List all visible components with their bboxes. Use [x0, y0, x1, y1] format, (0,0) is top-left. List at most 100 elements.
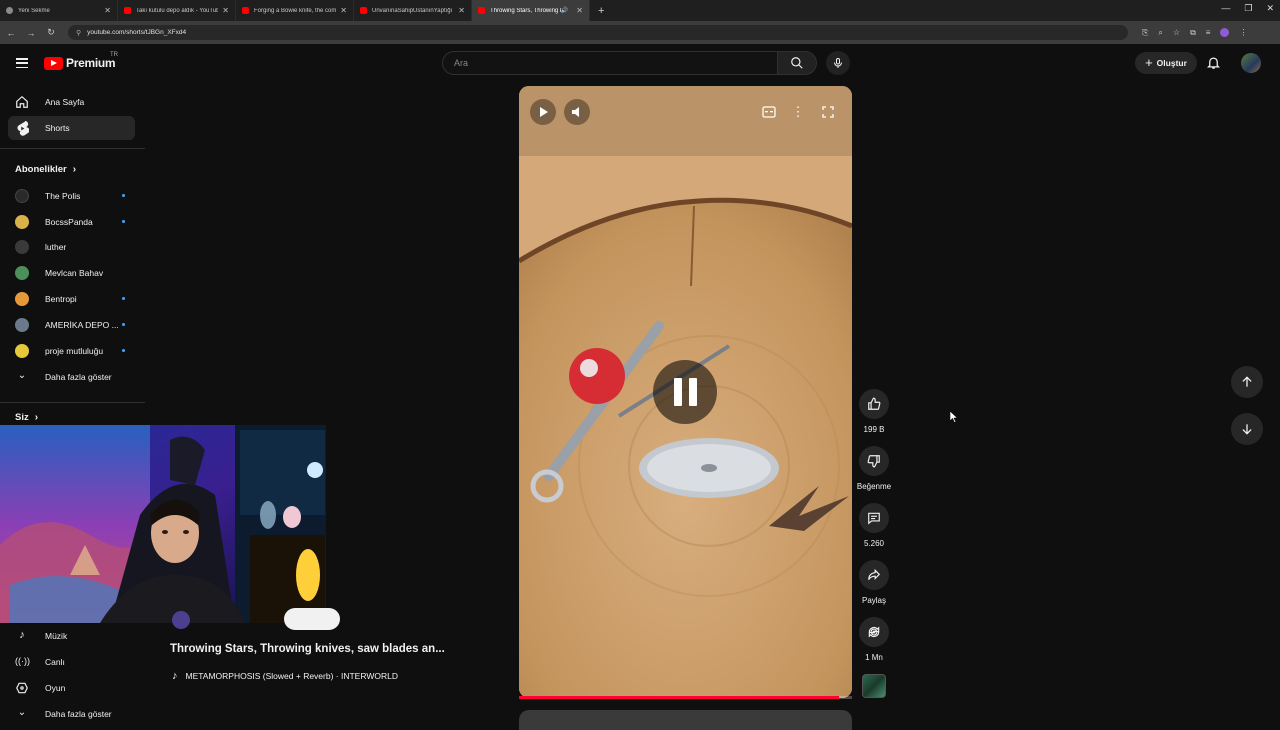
share-action[interactable]: Paylaş — [859, 560, 889, 605]
captions-button[interactable] — [756, 99, 782, 125]
youtube-logo-icon — [44, 56, 63, 70]
bookmark-star-icon[interactable]: ☆ — [1173, 28, 1180, 38]
subscription-item[interactable]: The Polis — [15, 186, 140, 206]
comments-action[interactable]: 5.260 — [859, 503, 889, 548]
close-tab-icon[interactable]: ✕ — [104, 6, 111, 15]
mute-button[interactable] — [564, 99, 590, 125]
comment-icon — [868, 512, 880, 525]
menu-icon[interactable] — [16, 58, 28, 69]
chevron-down-icon: ⌄ — [17, 707, 27, 718]
voice-search-button[interactable] — [826, 51, 850, 75]
show-more-explore[interactable]: ⌄ Daha fazla göster — [15, 704, 140, 724]
browser-tab-strip: Yeni Sekme ✕ Takı kutulu depo aldık - Yo… — [0, 0, 1280, 21]
share-button[interactable] — [859, 560, 889, 590]
browser-profile-avatar[interactable] — [1220, 27, 1230, 37]
more-options-button[interactable]: ⋮ — [785, 99, 811, 125]
short-music[interactable]: ♪ METAMORPHOSIS (Slowed + Reverb) · INTE… — [172, 670, 398, 682]
masthead: Premium TR Ara + Oluştur — [0, 44, 1280, 84]
new-tab-icon[interactable]: + — [598, 5, 604, 17]
new-content-dot — [122, 194, 125, 197]
you-heading[interactable]: Siz › — [15, 412, 38, 423]
new-content-dot — [122, 220, 125, 223]
zoom-icon[interactable]: ⌕ — [1158, 28, 1162, 38]
dislike-button[interactable] — [859, 446, 889, 476]
chevron-down-icon: ⌄ — [17, 370, 27, 381]
comments-button[interactable] — [859, 503, 889, 533]
channel-avatar — [15, 189, 29, 203]
subscription-item[interactable]: Mevlcan Bahav — [15, 263, 140, 283]
reload-icon[interactable]: ↻ — [42, 27, 60, 38]
youtube-icon — [360, 7, 367, 14]
create-button[interactable]: + Oluştur — [1135, 52, 1197, 74]
channel-row[interactable] — [172, 610, 190, 630]
remix-action[interactable]: 1 Mn — [859, 617, 889, 662]
search-input[interactable]: Ara — [442, 51, 778, 75]
address-bar-icons: ⎘ ⌕ ☆ ⧉ ≡ ⋮ — [1142, 27, 1247, 38]
close-tab-icon[interactable]: ✕ — [458, 6, 465, 15]
dislike-action[interactable]: Beğenme — [857, 446, 891, 491]
sidebar-item-gaming[interactable]: Oyun — [15, 678, 140, 698]
next-short-button[interactable] — [1231, 413, 1263, 445]
new-content-dot — [122, 323, 125, 326]
like-action[interactable]: 199 B — [859, 389, 889, 434]
remix-button[interactable] — [859, 617, 889, 647]
previous-short-button[interactable] — [1231, 366, 1263, 398]
fullscreen-button[interactable] — [815, 99, 841, 125]
browser-tab[interactable]: ÜnvanınaSahipUstanınYaptığı ✕ — [354, 0, 472, 21]
browser-menu-icon[interactable]: ⋮ — [1239, 28, 1247, 38]
url-field[interactable]: ⚲ youtube.com/shorts/tJBGn_XFxd4 — [68, 25, 1128, 40]
subscribe-button[interactable] — [284, 608, 340, 630]
sidebar-item-music[interactable]: ♪ Müzik — [15, 626, 140, 646]
next-short-preview[interactable] — [519, 710, 852, 730]
sidebar-item-home[interactable]: Ana Sayfa — [8, 90, 135, 114]
sidebar-divider — [0, 402, 145, 403]
close-window-icon[interactable]: ✕ — [1266, 3, 1274, 14]
minimize-icon[interactable]: — — [1221, 3, 1230, 14]
close-tab-icon[interactable]: ✕ — [576, 6, 583, 15]
subscriptions-heading[interactable]: Abonelikler › — [15, 164, 76, 175]
like-button[interactable] — [859, 389, 889, 419]
pause-button[interactable] — [653, 360, 717, 424]
restore-icon[interactable]: ❐ — [1244, 3, 1252, 14]
dislike-icon — [867, 455, 880, 468]
video-progress-bar[interactable] — [519, 696, 852, 699]
subscription-item[interactable]: Bentropi — [15, 289, 140, 309]
play-icon — [540, 107, 548, 117]
forward-icon[interactable]: → — [22, 28, 40, 38]
close-tab-icon[interactable]: ✕ — [340, 6, 347, 15]
browser-tab[interactable]: Forging a Bowie knife, the com ✕ — [236, 0, 354, 21]
new-content-dot — [122, 297, 125, 300]
new-content-dot — [122, 349, 125, 352]
notifications-bell-icon[interactable] — [1206, 55, 1221, 75]
account-avatar[interactable] — [1241, 53, 1261, 73]
site-info-icon[interactable]: ⚲ — [76, 29, 81, 37]
sidebar-item-shorts[interactable]: Shorts — [8, 116, 135, 140]
browser-tab[interactable]: Takı kutulu depo aldık - YouTube ✕ — [118, 0, 236, 21]
browser-tab[interactable]: Yeni Sekme ✕ — [0, 0, 118, 21]
webcam-image — [0, 425, 326, 623]
address-bar-row: ← → ↻ ⚲ youtube.com/shorts/tJBGn_XFxd4 ⎘… — [0, 21, 1280, 44]
chevron-right-icon: › — [34, 412, 39, 423]
extensions-icon[interactable]: ⧉ — [1190, 28, 1196, 38]
channel-avatar[interactable] — [172, 611, 190, 629]
browser-tab-active[interactable]: Throwing Stars, Throwing k 🔊 ✕ — [472, 0, 590, 21]
search-button[interactable] — [777, 51, 817, 75]
subscription-item[interactable]: proje mutluluğu — [15, 341, 140, 361]
close-tab-icon[interactable]: ✕ — [222, 6, 229, 15]
media-control-icon[interactable]: ≡ — [1206, 28, 1211, 38]
speaker-icon[interactable]: 🔊 — [561, 7, 568, 14]
youtube-premium-logo[interactable]: Premium TR — [44, 52, 118, 70]
subscription-item[interactable]: AMERİKA DEPO ... — [15, 315, 140, 335]
subscription-item[interactable]: BocssPanda — [15, 212, 140, 232]
subscription-item[interactable]: luther — [15, 237, 140, 257]
show-more-subscriptions[interactable]: ⌄ Daha fazla göster — [15, 367, 140, 387]
sidebar-item-live[interactable]: ((·)) Canlı — [15, 652, 140, 672]
play-button[interactable] — [530, 99, 556, 125]
channel-avatar — [15, 266, 29, 280]
plus-icon: + — [1145, 55, 1153, 70]
back-icon[interactable]: ← — [2, 28, 20, 38]
search-placeholder: Ara — [454, 58, 469, 68]
short-title[interactable]: Throwing Stars, Throwing knives, saw bla… — [170, 643, 445, 655]
sound-thumbnail[interactable] — [862, 674, 886, 698]
install-icon[interactable]: ⎘ — [1142, 28, 1148, 38]
